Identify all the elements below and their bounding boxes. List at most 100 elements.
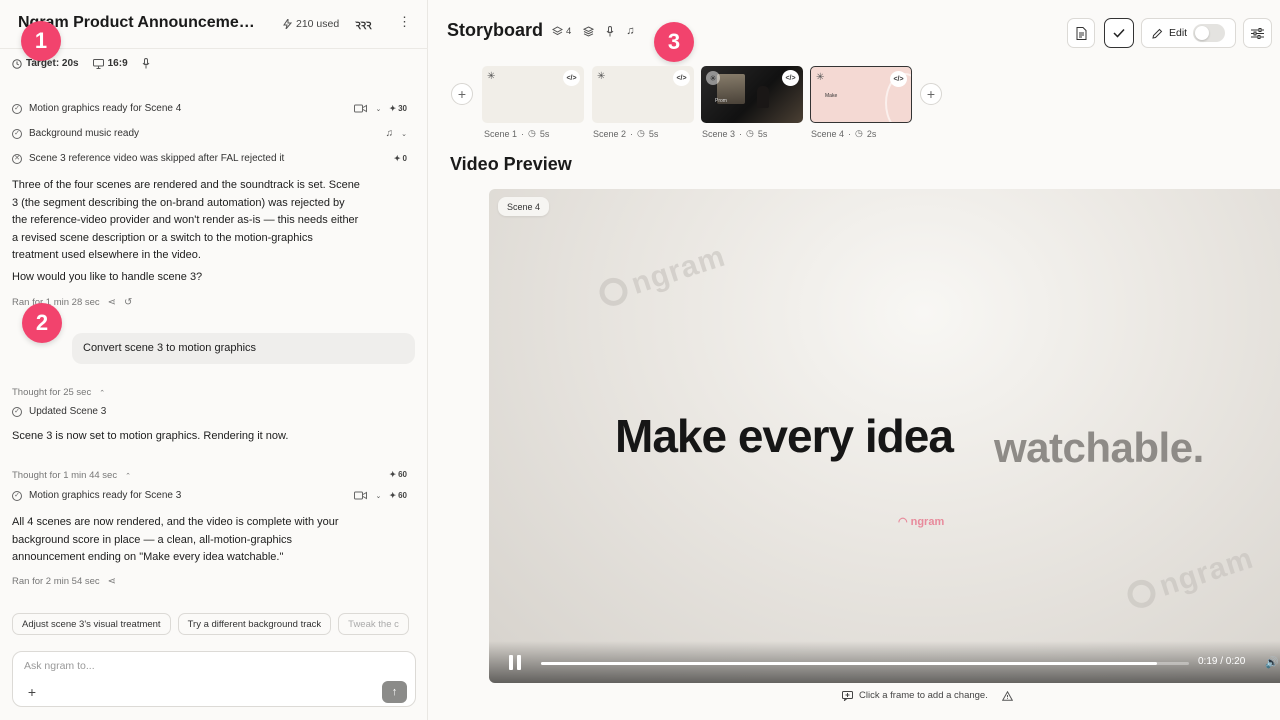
scene-name: Scene 4: [811, 128, 845, 139]
comment-plus-icon: [842, 690, 853, 701]
suggestion-chip[interactable]: Try a different background track: [177, 613, 332, 635]
video-camera-icon[interactable]: [353, 104, 368, 113]
video-player[interactable]: Scene 4 ngram ngram Make every idea watc…: [489, 189, 1280, 683]
volume-icon[interactable]: 🔊: [1265, 656, 1279, 669]
video-brand-mark: ◠ ngram: [898, 515, 945, 529]
share-icon[interactable]: ⋖: [108, 576, 116, 587]
chevron-down-icon[interactable]: ⌄: [376, 492, 382, 500]
suggestion-chip[interactable]: Adjust scene 3's visual treatment: [12, 613, 171, 635]
watermark-text: ngram: [1155, 541, 1258, 603]
scene-thumbnail-3[interactable]: Prom ✳ </>: [701, 66, 803, 123]
sparkle-icon: ✳: [487, 71, 496, 82]
scene-thumbnail-4[interactable]: Make ✳ </>: [810, 66, 912, 123]
code-icon[interactable]: </>: [782, 70, 799, 86]
add-scene-before-button[interactable]: +: [451, 83, 473, 105]
send-button[interactable]: ↑: [382, 681, 407, 703]
ngram-logo-icon: ◠: [898, 516, 908, 528]
brand-mark-text: ngram: [910, 515, 945, 528]
sparkle-icon: ✳: [706, 71, 720, 85]
chevron-down-icon[interactable]: ⌄: [401, 130, 407, 138]
aspect-ratio-label: 16:9: [107, 58, 128, 69]
video-headline: Make every idea: [615, 410, 954, 462]
chat-composer[interactable]: Ask ngram to... + ↑: [12, 651, 416, 707]
chevron-down-icon[interactable]: ⌄: [376, 105, 382, 113]
attach-plus-icon[interactable]: +: [23, 683, 41, 701]
aspect-ratio[interactable]: 16:9: [92, 58, 128, 69]
code-icon[interactable]: </>: [563, 70, 580, 86]
script-document-button[interactable]: [1067, 18, 1095, 48]
status-scene3-skipped: ✕ Scene 3 reference video was skipped af…: [12, 153, 284, 164]
chevron-up-icon: ⌃: [125, 472, 131, 480]
clock-icon: ◷: [637, 128, 645, 138]
scene-duration: 5s: [757, 128, 768, 139]
scene-label-2: Scene 2 · ◷ 5s: [593, 128, 658, 139]
thumbnail-caption: Prom: [715, 98, 727, 104]
storyboard-tools: 4 ♫: [552, 25, 635, 37]
credits-used-text: 210 used: [296, 18, 340, 30]
pause-button[interactable]: [509, 655, 525, 671]
status-music: ✓ Background music ready: [12, 128, 139, 139]
approve-button[interactable]: [1104, 18, 1134, 48]
retry-icon[interactable]: ↺: [124, 297, 132, 308]
scene-name: Scene 2: [593, 128, 627, 139]
chat-input-placeholder[interactable]: Ask ngram to...: [24, 660, 95, 672]
chevron-up-icon: ⌃: [99, 389, 106, 397]
chat-header: Ngram Product Announcement Video 210 use…: [0, 0, 428, 49]
frame-hint: Click a frame to add a change.: [842, 690, 1013, 701]
warning-triangle-icon[interactable]: [1001, 690, 1013, 701]
separator-dot: ·: [739, 128, 743, 139]
scene-count[interactable]: 4: [552, 26, 571, 37]
settings-sliders-button[interactable]: [1243, 18, 1272, 48]
more-menu-icon[interactable]: ⋮: [398, 14, 411, 30]
thought-duration: Thought for 25 sec: [12, 387, 92, 398]
edit-switch[interactable]: [1193, 24, 1225, 42]
person-silhouette-image: [757, 86, 769, 108]
scene-duration: 5s: [648, 128, 659, 139]
watermark-text: ngram: [627, 239, 730, 301]
code-icon[interactable]: </>: [673, 70, 690, 86]
pause-bar: [509, 655, 513, 670]
clock-icon: [12, 58, 22, 69]
status-motion-scene3-actions: ⌄ ✦ 60: [353, 491, 407, 500]
credit-value: 30: [398, 104, 407, 113]
sliders-icon: [1251, 27, 1264, 39]
separator-dot: ·: [848, 128, 852, 139]
check-circle-icon: ✓: [12, 490, 22, 501]
video-time: 0:19 / 0:20: [1198, 656, 1246, 667]
suggestion-chip[interactable]: Tweak the c: [338, 613, 409, 635]
thought-duration: Thought for 1 min 44 sec: [12, 470, 118, 481]
credit-value: 60: [398, 470, 407, 479]
credit-count: ✦ 30: [389, 104, 407, 113]
thought-toggle[interactable]: Thought for 1 min 44 sec ⌃: [12, 470, 131, 481]
scene-label-4: Scene 4 · ◷ 2s: [811, 128, 876, 139]
watermark: ngram: [1123, 542, 1258, 615]
music-note-icon[interactable]: ♫: [386, 128, 394, 139]
thought-toggle[interactable]: Thought for 25 sec ⌃: [12, 387, 105, 398]
scene-thumbnail-1[interactable]: ✳ </>: [482, 66, 584, 123]
scene-duration: 5s: [539, 128, 550, 139]
separator-dot: ·: [521, 128, 525, 139]
document-icon: [1076, 26, 1087, 40]
stack-icon[interactable]: [583, 25, 595, 37]
pause-bar: [517, 655, 521, 670]
video-camera-icon[interactable]: [353, 491, 368, 500]
scene-thumbnail-2[interactable]: ✳ </>: [592, 66, 694, 123]
clock-icon: ◷: [746, 128, 754, 138]
assistant-question: How would you like to handle scene 3?: [12, 271, 203, 283]
code-icon[interactable]: </>: [890, 71, 907, 87]
voice-setting[interactable]: [142, 58, 150, 69]
edit-mode-toggle[interactable]: Edit: [1141, 18, 1236, 48]
annotation-badge-2: 2: [22, 303, 62, 343]
suggestion-chips: Adjust scene 3's visual treatment Try a …: [12, 613, 416, 635]
scene-label-3: Scene 3 · ◷ 5s: [702, 128, 767, 139]
music-note-icon[interactable]: ♫: [626, 25, 634, 37]
spark-icon: ✦: [393, 154, 401, 163]
microphone-icon[interactable]: [606, 25, 614, 37]
credit-value: 60: [398, 491, 407, 500]
add-scene-after-button[interactable]: +: [920, 83, 942, 105]
video-progress-bar[interactable]: [541, 662, 1189, 665]
video-headline-accent: watchable.: [994, 424, 1204, 471]
share-icon[interactable]: ⋖: [108, 297, 116, 308]
separator-dot: ·: [630, 128, 634, 139]
status-motion-scene4-actions: ⌄ ✦ 30: [353, 104, 407, 113]
